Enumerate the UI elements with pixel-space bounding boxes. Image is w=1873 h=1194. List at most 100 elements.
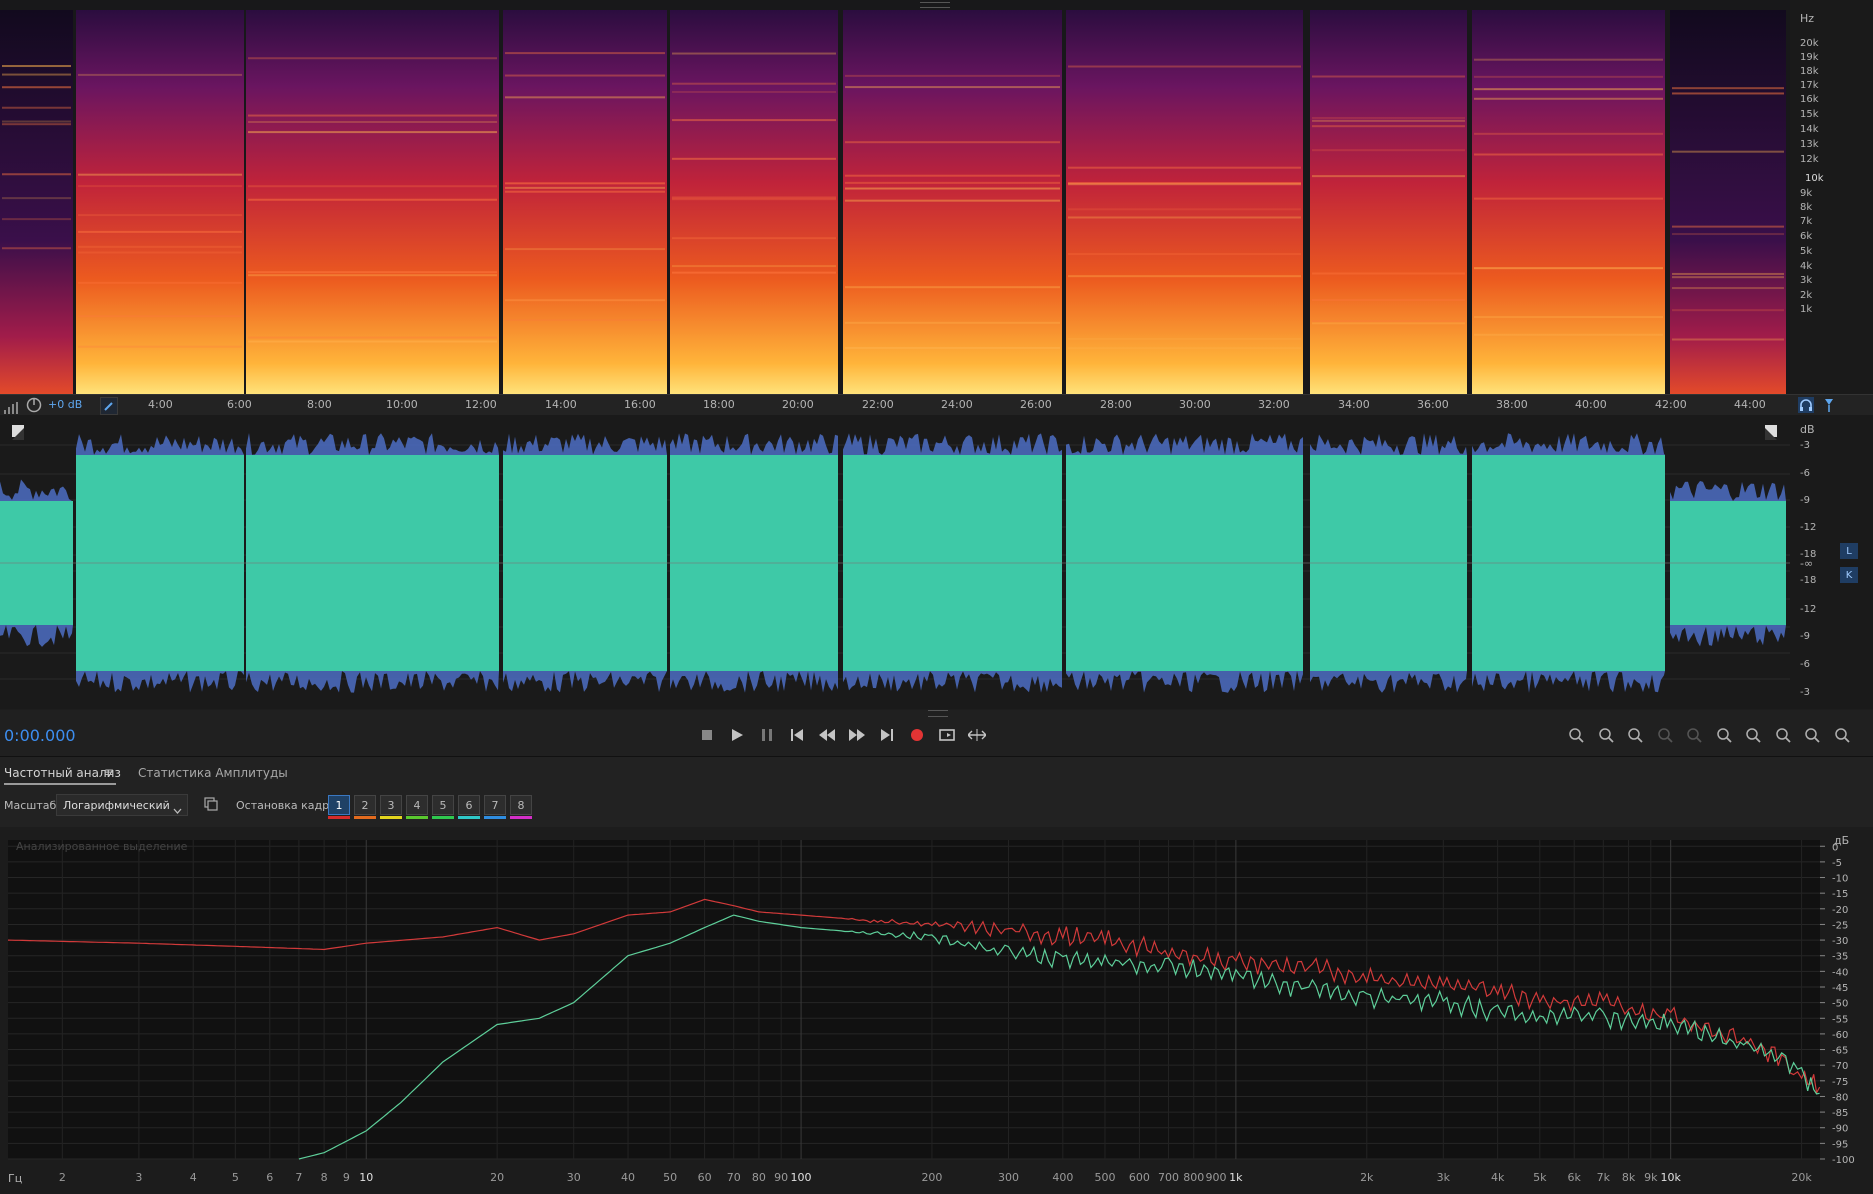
zoom-reset-icon[interactable] [1624,724,1646,746]
frequency-unit-label: Hz [1800,12,1815,25]
zoom-selection-icon[interactable] [1772,724,1794,746]
freeze-frame-button-8[interactable]: 8 [510,795,532,815]
waveform[interactable] [0,415,1790,709]
panel-resize-handle[interactable] [920,2,950,8]
freeze-frame-button-7[interactable]: 7 [484,795,506,815]
harmonic-band [505,96,665,99]
amplitude-tick-label: -9 [1800,495,1810,506]
fade-out-handle-icon[interactable] [1765,425,1777,440]
x-tick-label: 50 [663,1171,677,1184]
spectral-frequency-display[interactable]: Hz 20k 19k 18k 17k 16k 15k 14k 13k 12k 10k 9k 8k 7k 6… [0,0,1873,394]
zoom-out-disabled-icon[interactable] [1683,724,1705,746]
waveform-peak-top [1472,433,1665,455]
harmonic-band [1672,287,1784,290]
waveform-peak-bottom [503,671,667,693]
gain-knob-icon[interactable] [26,397,42,413]
panel-resize-handle-2[interactable] [928,710,948,717]
zoom-in-left-icon[interactable] [1713,724,1735,746]
freeze-frame-button-3[interactable]: 3 [380,795,402,815]
harmonic-band [1312,299,1465,302]
zoom-in-disabled-icon[interactable] [1654,724,1676,746]
zoom-to-selection-icon[interactable] [1831,724,1853,746]
waveform-display[interactable]: dB -3 -6 -9 -12 -18 -18 -12 -9 -6 -3 -∞ L K [0,415,1873,709]
frequency-tick-label: 16k [1800,94,1819,105]
pin-icon[interactable] [100,397,118,415]
gain-value[interactable]: +0 dB [48,398,82,411]
spectrogram-section [1310,10,1467,394]
time-ruler[interactable]: +0 dB 4:00 6:00 8:00 10:00 12:00 14:00 16:00 18… [0,394,1873,416]
harmonic-band [505,74,665,77]
fast-forward-icon[interactable] [846,724,868,746]
harmonic-band [845,181,1060,184]
marker-pin-icon[interactable] [1822,397,1836,413]
amplitude-tick-label: -6 [1800,468,1810,479]
harmonic-band [2,173,71,176]
harmonic-band [845,321,1060,324]
freeze-frame-label: Остановка кадра: [236,799,340,812]
go-to-start-icon[interactable] [786,724,808,746]
zoom-full-icon[interactable] [1801,724,1823,746]
spectrogram[interactable] [0,10,1790,394]
analysis-panel-tabs: Частотный анализ ≡ Статистика Амплитуды [0,757,1873,787]
freeze-frame-button-1[interactable]: 1 [328,795,350,815]
scale-label: Масштаб: [4,799,60,812]
time-tick-label: 14:00 [545,398,577,411]
freeze-frame-button-6[interactable]: 6 [458,795,480,815]
loop-icon[interactable] [936,724,958,746]
harmonic-band [1312,272,1465,275]
freeze-frame-button-5[interactable]: 5 [432,795,454,815]
harmonic-band [505,248,665,251]
current-time-display[interactable]: 0:00.000 [4,726,76,745]
frequency-chart-svg[interactable]: 2 3 4 5 6 7 8 9 10 20 30 40 50 60 70 80 90 100 200 300 400 50… [0,830,1873,1194]
harmonic-band [1672,233,1784,236]
scale-dropdown[interactable]: Логарифмический [56,794,188,816]
freeze-frame-button-2[interactable]: 2 [354,795,376,815]
zoom-out-amplitude-icon[interactable] [1595,724,1617,746]
chevron-down-icon [173,800,182,819]
channel-right-toggle[interactable]: K [1840,567,1858,583]
freeze-frame-color-bar [354,816,376,819]
signal-bars-icon[interactable] [4,399,18,414]
frequency-tick-label: 8k [1800,202,1813,213]
zoom-in-right-icon[interactable] [1742,724,1764,746]
amplitude-tick-label: -6 [1800,659,1810,670]
skip-selection-icon[interactable] [966,724,988,746]
harmonic-band [1068,347,1301,350]
harmonic-band [248,271,497,274]
x-axis-unit: Гц [8,1172,23,1185]
time-tick-label: 8:00 [307,398,332,411]
harmonic-band [78,173,242,176]
play-icon[interactable] [726,724,748,746]
copy-frame-icon[interactable] [204,796,218,811]
frequency-analysis-chart[interactable]: 2 3 4 5 6 7 8 9 10 20 30 40 50 60 70 80 90 100 200 300 400 50… [0,830,1873,1194]
freeze-frame-button-4[interactable]: 4 [406,795,428,815]
x-tick-label: 400 [1052,1171,1073,1184]
harmonic-band [248,274,497,277]
time-tick-label: 42:00 [1655,398,1687,411]
panel-menu-icon[interactable]: ≡ [104,765,114,779]
y-tick-label: -15 [1832,889,1848,900]
stop-icon[interactable] [696,724,718,746]
time-tick-label: 34:00 [1338,398,1370,411]
record-icon[interactable] [906,724,928,746]
channel-left-toggle[interactable]: L [1840,543,1858,559]
frequency-tick-label: 2k [1800,290,1813,301]
harmonic-band [672,157,836,160]
frequency-tick-label: 13k [1800,139,1819,150]
frequency-tick-label: 14k [1800,124,1819,135]
y-tick-label: -60 [1832,1030,1848,1041]
headphones-icon[interactable] [1798,397,1814,413]
frequency-ruler: Hz 20k 19k 18k 17k 16k 15k 14k 13k 12k 10k 9k 8k 7k 6… [1790,0,1873,394]
harmonic-band [1672,225,1784,228]
time-tick-label: 44:00 [1734,398,1766,411]
tab-amplitude-statistics[interactable]: Статистика Амплитуды [138,766,288,780]
fade-in-handle-icon[interactable] [12,425,24,440]
frequency-tick-label: 10k [1805,173,1824,184]
zoom-in-amplitude-icon[interactable] [1565,724,1587,746]
pause-icon[interactable] [756,724,778,746]
rewind-icon[interactable] [816,724,838,746]
x-tick-label: 1k [1229,1171,1243,1184]
go-to-end-icon[interactable] [876,724,898,746]
amplitude-tick-label: -18 [1800,575,1817,586]
time-tick-label: 22:00 [862,398,894,411]
